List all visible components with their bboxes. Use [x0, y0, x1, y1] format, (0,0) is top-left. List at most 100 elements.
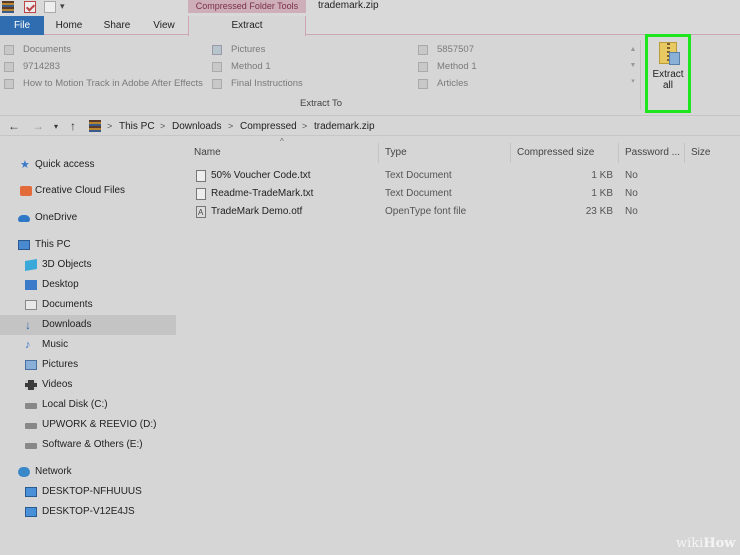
nav-desktop-nfhuuus[interactable]: DESKTOP-NFHUUUS	[0, 482, 176, 502]
zip-folder-icon	[89, 120, 101, 132]
back-arrow-icon[interactable]: ←	[8, 117, 20, 136]
font-file-icon	[196, 204, 206, 222]
breadcrumb-downloads[interactable]: Downloads	[172, 117, 221, 136]
nav-videos[interactable]: Videos	[0, 375, 176, 395]
column-header-compressed-size[interactable]: Compressed size	[517, 145, 594, 161]
nav-local-disk-c[interactable]: Local Disk (C:)	[0, 395, 176, 415]
destination-item[interactable]: Articles	[418, 77, 468, 91]
wikihow-watermark: wikiHow	[676, 536, 736, 551]
chevron-right-icon[interactable]: >	[302, 117, 307, 136]
folder-icon	[418, 45, 428, 55]
context-tab-group-label: Compressed Folder Tools	[188, 0, 306, 13]
file-list: ^ Name Type Compressed size Password ...…	[184, 137, 740, 555]
extract-all-label: Extract all	[652, 69, 684, 91]
new-folder-icon[interactable]	[44, 1, 56, 13]
drive-icon	[25, 443, 37, 449]
recent-locations-icon[interactable]: ▾	[54, 117, 58, 136]
forward-arrow-icon[interactable]: →	[32, 117, 44, 136]
destination-item[interactable]: Final Instructions	[212, 77, 303, 91]
nav-drive-d[interactable]: UPWORK & REEVIO (D:)	[0, 415, 176, 435]
folder-icon	[418, 62, 428, 72]
text-file-icon	[196, 188, 206, 200]
destination-item[interactable]: Documents	[4, 43, 71, 57]
nav-3d-objects[interactable]: 3D Objects	[0, 255, 176, 275]
nav-quick-access[interactable]: ★ Quick access	[0, 155, 176, 175]
cloud-icon	[18, 215, 30, 222]
destination-item[interactable]: 9714283	[4, 60, 60, 74]
navigation-pane: ★ Quick access Creative Cloud Files OneDr…	[0, 137, 176, 555]
tab-file[interactable]: File	[0, 16, 44, 35]
file-row[interactable]: TradeMark Demo.otf OpenType font file 23…	[192, 203, 712, 222]
column-header-name[interactable]: Name	[194, 145, 221, 161]
nav-onedrive[interactable]: OneDrive	[0, 208, 176, 228]
destination-item[interactable]: 5857507	[418, 43, 474, 57]
nav-network[interactable]: Network	[0, 462, 176, 482]
scroll-up-icon[interactable]: ▲	[628, 42, 638, 58]
folder-icon	[4, 62, 14, 72]
nav-music[interactable]: ♪ Music	[0, 335, 176, 355]
column-divider[interactable]	[684, 143, 685, 163]
computer-icon	[18, 240, 30, 250]
tab-extract[interactable]: Extract	[188, 16, 306, 36]
folder-icon	[212, 45, 222, 55]
nav-this-pc[interactable]: This PC	[0, 235, 176, 255]
nav-documents[interactable]: Documents	[0, 295, 176, 315]
file-row[interactable]: Readme-TradeMark.txt Text Document 1 KB …	[192, 185, 712, 203]
chevron-right-icon[interactable]: >	[107, 117, 112, 136]
drive-icon	[25, 403, 37, 409]
network-icon	[18, 467, 30, 477]
nav-pictures[interactable]: Pictures	[0, 355, 176, 375]
text-file-icon	[196, 170, 206, 182]
nav-desktop[interactable]: Desktop	[0, 275, 176, 295]
music-note-icon: ♪	[25, 339, 31, 351]
chevron-right-icon[interactable]: >	[228, 117, 233, 136]
column-divider[interactable]	[510, 143, 511, 163]
folder-icon	[4, 45, 14, 55]
column-divider[interactable]	[378, 143, 379, 163]
title-bar: ▾ Compressed Folder Tools trademark.zip	[0, 0, 740, 16]
nav-creative-cloud[interactable]: Creative Cloud Files	[0, 181, 176, 201]
ribbon-divider	[640, 40, 641, 110]
star-icon: ★	[20, 159, 30, 171]
creative-cloud-icon	[20, 186, 32, 196]
download-arrow-icon: ↓	[25, 318, 31, 332]
cube-icon	[25, 258, 37, 272]
window-title: trademark.zip	[318, 0, 379, 11]
zip-folder-icon	[2, 1, 14, 13]
destination-item[interactable]: Method 1	[418, 60, 477, 74]
folder-icon	[4, 79, 14, 89]
tab-view[interactable]: View	[142, 16, 186, 35]
column-header-size[interactable]: Size	[691, 145, 710, 161]
sort-up-icon: ^	[280, 137, 284, 146]
breadcrumb-this-pc[interactable]: This PC	[119, 117, 155, 136]
nav-desktop-v12e4js[interactable]: DESKTOP-V12E4JS	[0, 502, 176, 522]
extract-all-button[interactable]: Extract all	[645, 34, 691, 113]
destination-item[interactable]: Method 1	[212, 60, 271, 74]
desktop-icon	[25, 280, 37, 290]
scroll-down-icon[interactable]: ▼	[628, 58, 638, 74]
breadcrumb-compressed[interactable]: Compressed	[240, 117, 297, 136]
destination-item[interactable]: How to Motion Track in Adobe After Effec…	[4, 77, 203, 91]
up-arrow-icon[interactable]: ↑	[70, 117, 76, 136]
column-header-password[interactable]: Password ...	[625, 145, 680, 161]
file-row[interactable]: 50% Voucher Code.txt Text Document 1 KB …	[192, 167, 712, 185]
folder-icon	[418, 79, 428, 89]
quick-access-dropdown-icon[interactable]: ▾	[60, 1, 72, 13]
gallery-scroll[interactable]: ▲ ▼ ▾	[628, 42, 638, 92]
extract-all-icon	[659, 42, 680, 65]
breadcrumb-trademark-zip[interactable]: trademark.zip	[314, 117, 375, 136]
column-divider[interactable]	[618, 143, 619, 163]
column-header-type[interactable]: Type	[385, 145, 407, 161]
address-bar: ← → ▾ ↑ > This PC > Downloads > Compress…	[0, 117, 740, 136]
gallery-more-icon[interactable]: ▾	[628, 74, 638, 90]
chevron-right-icon[interactable]: >	[160, 117, 165, 136]
tab-home[interactable]: Home	[46, 16, 92, 35]
destination-item[interactable]: Pictures	[212, 43, 265, 57]
tab-share[interactable]: Share	[94, 16, 140, 35]
properties-check-icon[interactable]	[24, 1, 36, 13]
extract-to-group-label: Extract To	[300, 98, 343, 109]
folder-icon	[212, 79, 222, 89]
monitor-icon	[25, 507, 37, 517]
nav-downloads[interactable]: ↓ Downloads	[0, 315, 176, 335]
nav-drive-e[interactable]: Software & Others (E:)	[0, 435, 176, 455]
